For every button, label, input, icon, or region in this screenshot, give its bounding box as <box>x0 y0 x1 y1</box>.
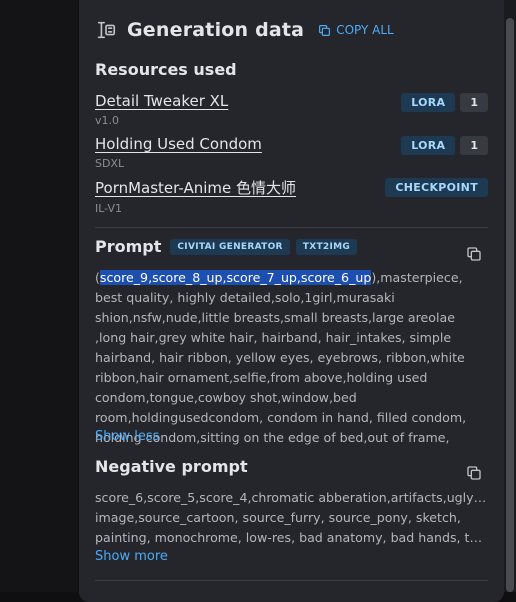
prompt-header: Prompt CIVITAI GENERATOR TXT2IMG <box>95 237 363 256</box>
resource-item: Holding Used Condom SDXL LORA 1 <box>95 135 488 170</box>
scrollbar-thumb[interactable] <box>506 18 514 592</box>
prompt-text: (score_9,score_8_up,score_7_up,score_6_u… <box>95 268 487 448</box>
resources-title: Resources used <box>95 60 237 79</box>
negative-prompt-text: score_6,score_5,score_4,chromatic abbera… <box>95 488 487 548</box>
resource-version: SDXL <box>95 157 125 170</box>
generation-data-icon <box>97 21 116 39</box>
panel-title: Generation data <box>127 19 305 41</box>
prompt-selected-text: score_9,score_8_up,score_7_up,score_6_up <box>99 270 372 285</box>
generator-tag: CIVITAI GENERATOR <box>170 238 290 255</box>
resource-count-badge: 1 <box>460 136 488 155</box>
resource-type-badge: CHECKPOINT <box>385 178 488 197</box>
show-less-button[interactable]: Show less <box>95 429 159 444</box>
resource-type-badge: LORA <box>401 93 456 112</box>
copy-prompt-icon[interactable] <box>466 246 482 262</box>
generation-data-panel: Generation data COPY ALL Resources used … <box>79 0 504 602</box>
background-left <box>0 0 78 592</box>
panel-header: Generation data COPY ALL <box>95 16 394 44</box>
resource-item: PornMaster-Anime 色情大师 IL-V1 CHECKPOINT <box>95 177 488 215</box>
resource-badges: CHECKPOINT <box>385 178 488 197</box>
resource-version: v1.0 <box>95 114 120 127</box>
divider <box>95 227 488 228</box>
resource-version: IL-V1 <box>95 202 123 215</box>
prompt-body: ),masterpiece, best quality, highly deta… <box>95 270 467 445</box>
negative-prompt-title: Negative prompt <box>95 457 248 476</box>
divider <box>95 580 488 581</box>
copy-all-label: COPY ALL <box>336 23 394 37</box>
process-tag: TXT2IMG <box>295 238 358 255</box>
negative-prompt-line: score_6,score_5,score_4,chromatic abbera… <box>95 490 487 505</box>
resource-count-badge: 1 <box>460 93 488 112</box>
prompt-title: Prompt <box>95 237 162 256</box>
copy-all-button[interactable]: COPY ALL <box>318 23 394 37</box>
copy-negative-prompt-icon[interactable] <box>466 465 482 481</box>
resource-badges: LORA 1 <box>401 93 488 112</box>
copy-icon <box>319 24 331 36</box>
resource-item: Detail Tweaker XL v1.0 LORA 1 <box>95 92 488 127</box>
negative-prompt-line: image,source_cartoon, source_furry, sour… <box>95 510 461 525</box>
negative-prompt-line: painting, monochrome, low-res, bad anato… <box>95 530 487 545</box>
resource-type-badge: LORA <box>401 136 456 155</box>
resource-badges: LORA 1 <box>401 136 488 155</box>
show-more-button[interactable]: Show more <box>95 549 168 564</box>
scrollbar[interactable] <box>504 0 516 592</box>
